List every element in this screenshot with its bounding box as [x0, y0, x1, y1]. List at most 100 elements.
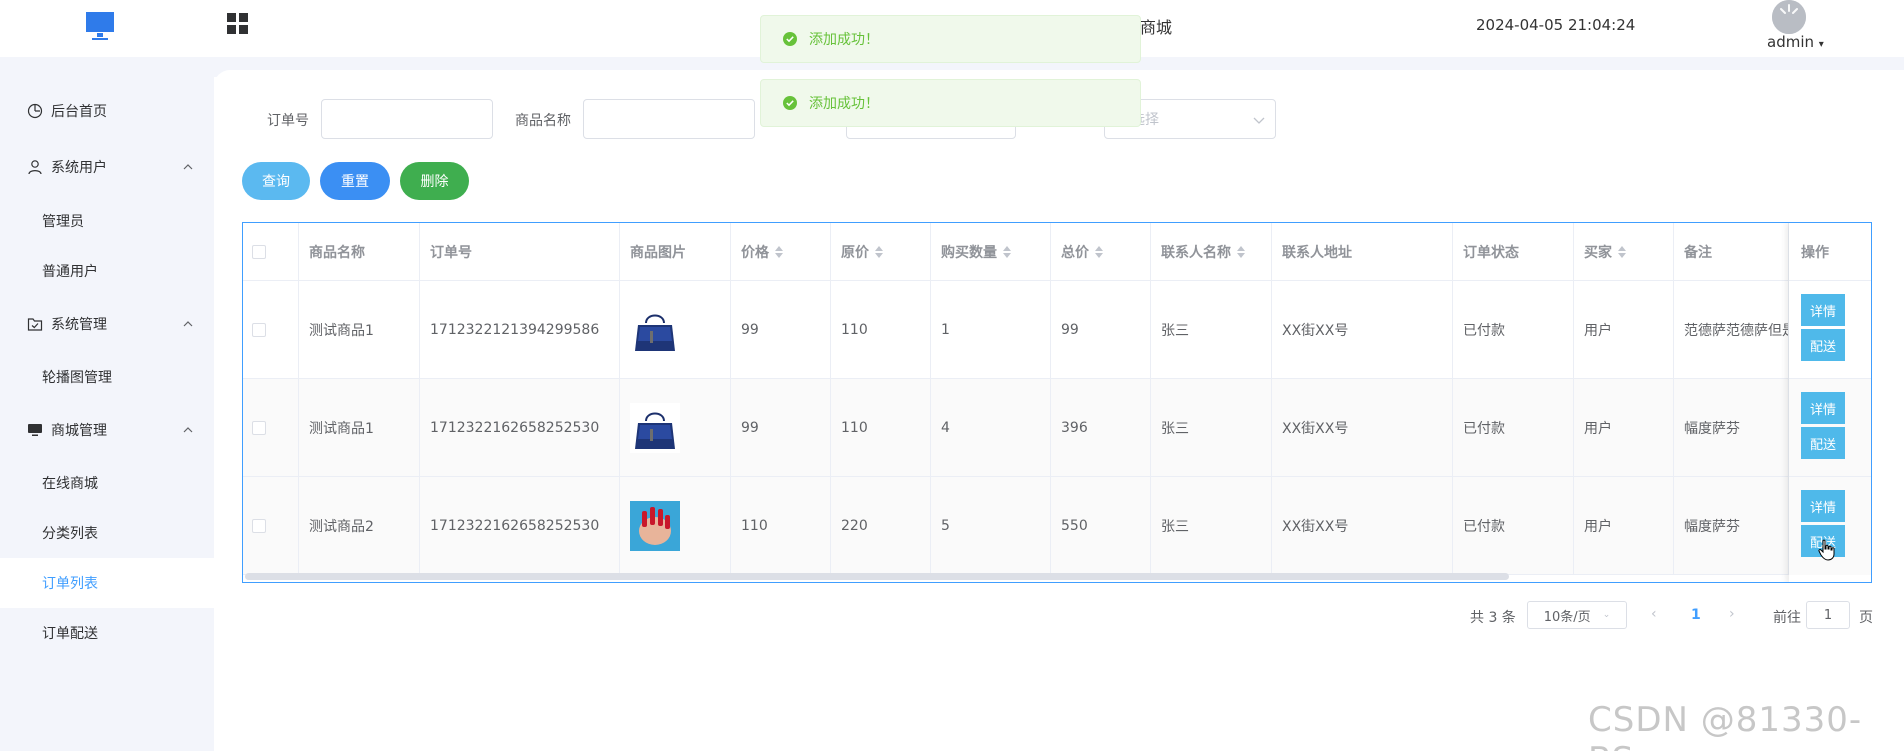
nail-polish-image[interactable] [630, 501, 680, 551]
sort-icon[interactable] [1003, 246, 1011, 258]
cell-order-no: 1712322162658252530 [420, 379, 620, 477]
cell-total: 99 [1051, 281, 1151, 379]
success-toast: 添加成功！ [760, 79, 1141, 127]
sidebar-item-order-list[interactable]: 订单列表 [0, 558, 214, 608]
row-checkbox[interactable] [252, 519, 266, 533]
sort-icon[interactable] [875, 246, 883, 258]
goto-prefix: 前往 [1773, 610, 1801, 626]
row-select-cell [243, 477, 299, 575]
cell-product-name: 测试商品2 [299, 477, 420, 575]
actions-column: 操作 详情 配送 详情 配送 详情 配送 [1789, 223, 1871, 582]
chevron-down-icon [1253, 117, 1265, 124]
sort-icon[interactable] [1618, 246, 1626, 258]
reset-button[interactable]: 重置 [320, 162, 390, 200]
monitor-icon [28, 424, 42, 436]
sort-icon[interactable] [1095, 246, 1103, 258]
col-product-name: 商品名称 [299, 223, 420, 281]
chevron-up-icon [183, 164, 193, 170]
col-actions: 操作 [1789, 223, 1871, 281]
col-price[interactable]: 价格 [731, 223, 831, 281]
success-toast: 添加成功！ [760, 15, 1141, 63]
col-contact-name[interactable]: 联系人名称 [1151, 223, 1272, 281]
next-page-icon[interactable]: › [1729, 606, 1735, 622]
sidebar-item-label: 订单列表 [42, 576, 98, 592]
sidebar-item-shop-management[interactable]: 商城管理 [0, 405, 214, 455]
cell-contact-address: XX街XX号 [1272, 379, 1453, 477]
prev-page-icon[interactable]: ‹ [1651, 606, 1657, 622]
detail-button[interactable]: 详情 [1801, 490, 1845, 522]
cell-order-no: 1712322162658252530 [420, 477, 620, 575]
sort-icon[interactable] [1237, 246, 1245, 258]
row-select-cell [243, 281, 299, 379]
sort-icon[interactable] [775, 246, 783, 258]
query-button[interactable]: 查询 [242, 162, 310, 200]
check-box-icon [27, 318, 43, 331]
orders-table: 商品名称 订单号 商品图片 价格 原价 购买数量 总价 联系人名称 联系人地址 … [242, 222, 1872, 583]
col-note: 备注 [1674, 223, 1789, 281]
cell-product-name: 测试商品1 [299, 379, 420, 477]
monitor-logo-icon [86, 12, 114, 40]
page-number-current[interactable]: 1 [1691, 607, 1701, 623]
sidebar-item-admins[interactable]: 管理员 [0, 196, 214, 246]
handbag-image[interactable] [630, 403, 680, 453]
sidebar: 后台首页 系统用户 管理员 普通用户 系统管理 轮播图管理 商城管理 在线商城 … [0, 57, 214, 751]
sidebar-item-label: 系统用户 [51, 160, 107, 176]
avatar-spinner-icon [1772, 0, 1806, 34]
avatar[interactable] [1772, 0, 1806, 34]
delete-button[interactable]: 删除 [400, 162, 469, 200]
sidebar-item-carousel[interactable]: 轮播图管理 [0, 352, 214, 402]
cell-order-status: 已付款 [1453, 281, 1574, 379]
col-quantity[interactable]: 购买数量 [931, 223, 1051, 281]
cell-contact-address: XX街XX号 [1272, 477, 1453, 575]
table-row[interactable]: 测试商品1 1712322162658252530 99 110 4 396 张… [243, 379, 1871, 477]
goto-page-input[interactable]: 1 [1806, 601, 1850, 629]
cell-product-name: 测试商品1 [299, 281, 420, 379]
col-orig-price[interactable]: 原价 [831, 223, 931, 281]
cell-note: 幅度萨芬 [1674, 477, 1789, 575]
row-checkbox[interactable] [252, 323, 266, 337]
row-checkbox[interactable] [252, 421, 266, 435]
ship-button[interactable]: 配送 [1801, 329, 1845, 361]
table-row[interactable]: 测试商品1 1712322121394299586 99 110 1 99 张三… [243, 281, 1871, 379]
sidebar-item-system-management[interactable]: 系统管理 [0, 299, 214, 349]
col-label: 总价 [1061, 245, 1089, 261]
sidebar-item-label: 分类列表 [42, 526, 98, 542]
detail-button[interactable]: 详情 [1801, 294, 1845, 326]
detail-button[interactable]: 详情 [1801, 392, 1845, 424]
horizontal-scrollbar[interactable] [245, 573, 1509, 580]
order-no-input[interactable] [321, 99, 493, 139]
product-name-input[interactable] [583, 99, 755, 139]
col-total[interactable]: 总价 [1051, 223, 1151, 281]
row-select-cell [243, 379, 299, 477]
cell-order-no: 1712322121394299586 [420, 281, 620, 379]
select-all-checkbox[interactable] [252, 245, 266, 259]
user-dropdown[interactable]: admin ▾ [1767, 33, 1824, 51]
sidebar-item-label: 系统管理 [51, 317, 107, 333]
sidebar-item-category-list[interactable]: 分类列表 [0, 508, 214, 558]
cell-orig-price: 110 [831, 281, 931, 379]
table-row[interactable]: 测试商品2 1712322162658252530 110 220 5 550 … [243, 477, 1871, 575]
cell-product-image [620, 477, 731, 575]
cell-product-image [620, 281, 731, 379]
col-order-status: 订单状态 [1453, 223, 1574, 281]
grid-menu-icon[interactable] [226, 12, 250, 36]
col-label: 买家 [1584, 245, 1612, 261]
handbag-image[interactable] [630, 305, 680, 355]
order-no-label: 订单号 [267, 113, 309, 129]
cell-order-status: 已付款 [1453, 379, 1574, 477]
sidebar-item-label: 普通用户 [42, 264, 98, 280]
sidebar-item-home[interactable]: 后台首页 [0, 86, 214, 136]
col-buyer[interactable]: 买家 [1574, 223, 1674, 281]
page-size-select[interactable]: 10条/页 ⌄ [1527, 601, 1627, 629]
sidebar-item-label: 在线商城 [42, 476, 98, 492]
col-order-no: 订单号 [420, 223, 620, 281]
cell-total: 550 [1051, 477, 1151, 575]
hand-cursor-icon [1818, 539, 1835, 561]
cell-quantity: 5 [931, 477, 1051, 575]
sidebar-item-online-shop[interactable]: 在线商城 [0, 458, 214, 508]
sidebar-item-label: 轮播图管理 [42, 370, 112, 386]
sidebar-item-order-delivery[interactable]: 订单配送 [0, 608, 214, 658]
ship-button[interactable]: 配送 [1801, 427, 1845, 459]
sidebar-item-normal-users[interactable]: 普通用户 [0, 246, 214, 296]
sidebar-item-system-users[interactable]: 系统用户 [0, 142, 214, 192]
